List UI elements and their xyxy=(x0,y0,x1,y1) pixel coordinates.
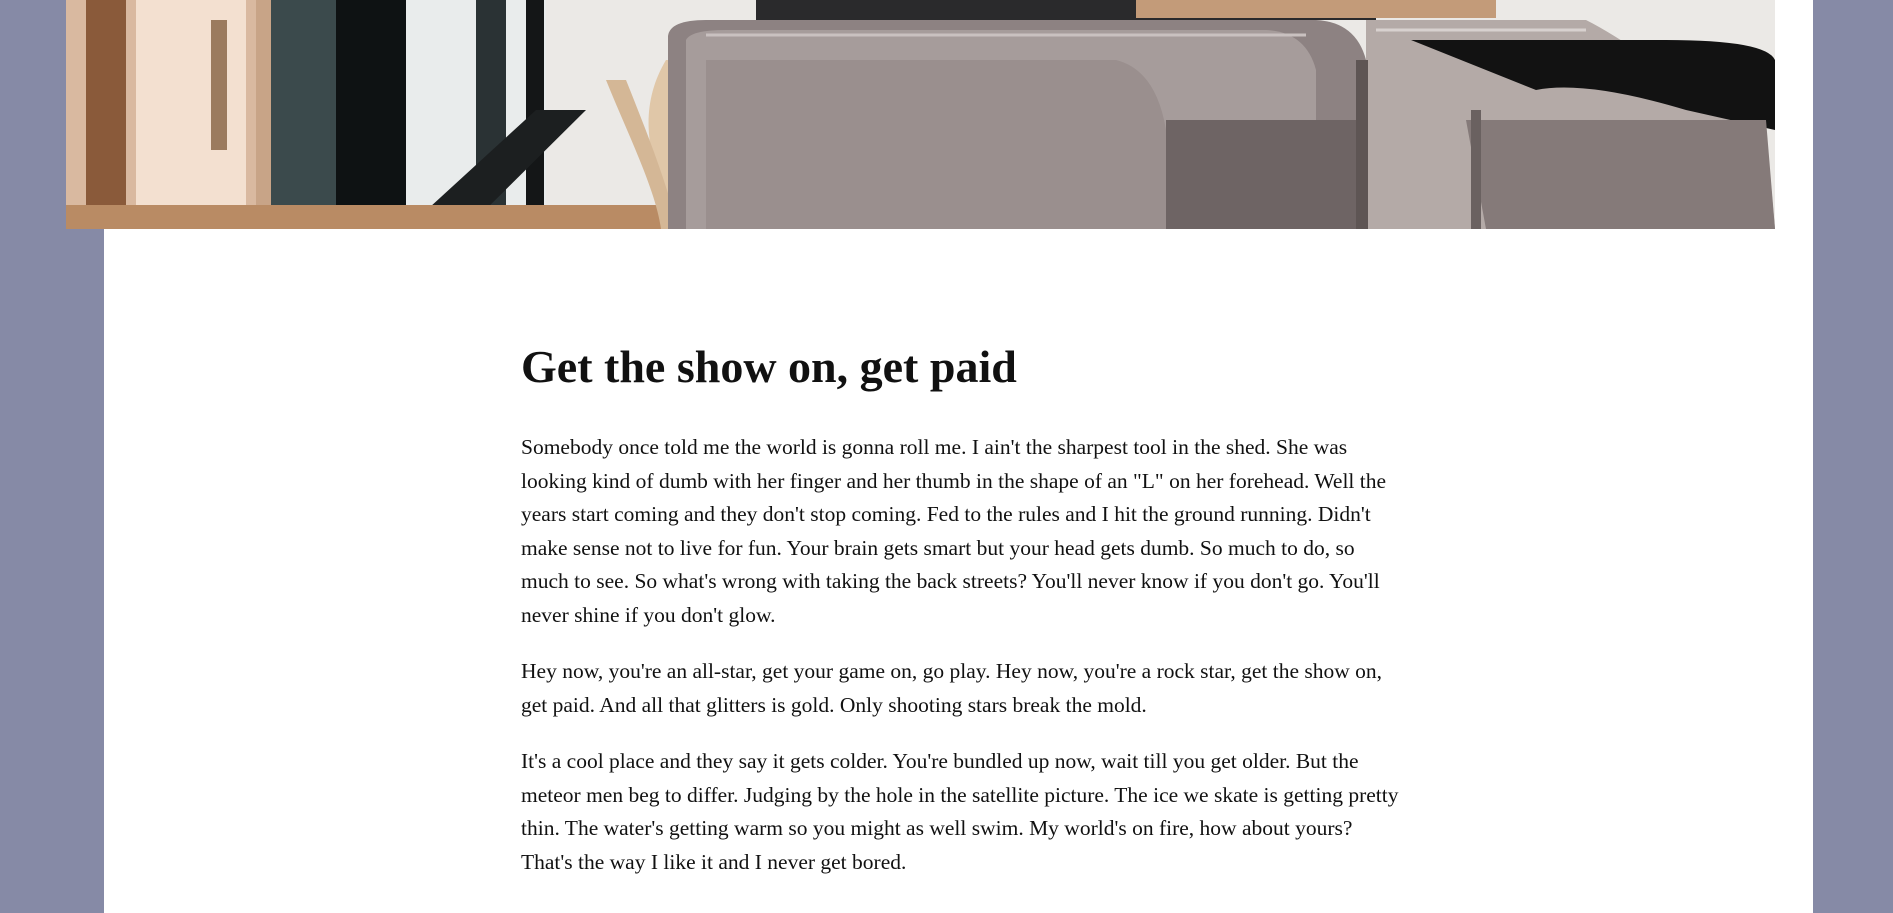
article-paragraph-1: Somebody once told me the world is gonna… xyxy=(521,435,1387,627)
article-title: Get the show on, get paid xyxy=(521,341,1017,392)
article: Get the show on, get paid Somebody once … xyxy=(521,337,1401,902)
article-paragraph-2: Hey now, you're an all-star, get your ga… xyxy=(521,659,1383,717)
hero-photo-illustration xyxy=(66,0,1775,229)
article-paragraph-3: It's a cool place and they say it gets c… xyxy=(521,749,1399,874)
hero-image xyxy=(66,0,1775,229)
